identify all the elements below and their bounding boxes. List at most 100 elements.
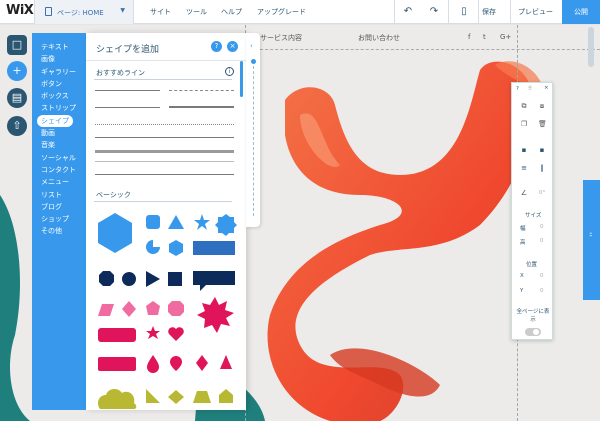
paste-icon[interactable]: ⧇: [538, 103, 546, 110]
width-input[interactable]: 0: [540, 224, 544, 230]
pink-diamond-shape: [122, 301, 136, 317]
duplicate-icon[interactable]: ❐: [520, 121, 528, 128]
y-input[interactable]: 0: [540, 288, 544, 294]
y-label: Y: [520, 288, 524, 294]
category-image[interactable]: 画像: [32, 53, 84, 65]
rotate-icon[interactable]: ∠: [520, 190, 528, 197]
hexagon-shape: [98, 213, 132, 253]
category-video[interactable]: 動画: [32, 127, 84, 139]
line-shape[interactable]: [95, 107, 160, 108]
x-label: X: [520, 273, 524, 279]
rounded-square-shape: [146, 215, 160, 229]
scrollbar[interactable]: [240, 61, 243, 97]
page-selector[interactable]: ページ: HOME ▼: [34, 0, 134, 24]
inspector-close-icon[interactable]: ×: [544, 85, 549, 91]
menu-upgrade[interactable]: アップグレード: [257, 7, 306, 17]
menu-help[interactable]: ヘルプ: [221, 7, 242, 17]
line-shape[interactable]: [95, 90, 160, 91]
line-shape[interactable]: [169, 106, 234, 108]
inspector-help-icon[interactable]: ?: [516, 86, 519, 92]
crimson-banner-shape: [98, 357, 136, 371]
side-tab[interactable]: ‹‹: [583, 180, 600, 300]
app-market-icon[interactable]: ▤: [7, 88, 27, 108]
panel-title: シェイプを追加: [96, 45, 160, 55]
twitter-icon[interactable]: t: [483, 33, 486, 41]
line-shape[interactable]: [95, 174, 234, 175]
menu-site[interactable]: サイト: [150, 7, 171, 17]
x-input[interactable]: 0: [540, 273, 544, 279]
crimson-drop-shape: [147, 355, 159, 373]
position-label: 位置: [526, 262, 538, 268]
preview-button[interactable]: プレビュー: [518, 7, 553, 17]
copy-icon[interactable]: ⧉: [520, 103, 528, 110]
navy-play-shape: [146, 271, 160, 287]
help-icon[interactable]: ?: [211, 41, 222, 52]
redo-icon[interactable]: ↷: [426, 4, 442, 20]
rectangle-shape: [193, 241, 235, 255]
drag-handle-icon[interactable]: ⠿: [528, 86, 532, 92]
chevron-left-icon[interactable]: ‹: [250, 42, 253, 50]
delete-icon[interactable]: 🗑: [538, 121, 547, 128]
close-icon[interactable]: ×: [227, 41, 238, 52]
star-shape: [194, 214, 210, 230]
upload-icon[interactable]: ⇧: [7, 116, 27, 136]
category-strip[interactable]: ストリップ: [32, 102, 84, 114]
category-contact[interactable]: コンタクト: [32, 164, 84, 176]
size-label: サイズ: [525, 213, 542, 219]
site-menu-services[interactable]: サービス内容: [260, 33, 302, 43]
facebook-icon[interactable]: f: [468, 33, 470, 41]
pink-pentagon-shape: [146, 301, 160, 315]
add-shape-panel: シェイプを追加 ? × おすすめライン i ベーシック: [86, 33, 246, 410]
navy-circle-shape: [122, 272, 136, 286]
olive-cloud-shape: [98, 389, 137, 409]
line-shape[interactable]: [95, 124, 234, 125]
undo-icon[interactable]: ↶: [400, 4, 416, 20]
googleplus-icon[interactable]: G+: [500, 33, 511, 41]
line-shape[interactable]: [95, 137, 234, 138]
category-text[interactable]: テキスト: [32, 41, 84, 53]
category-gallery[interactable]: ギャラリー: [32, 66, 84, 78]
category-social[interactable]: ソーシャル: [32, 152, 84, 164]
page-selector-label: ページ: HOME: [57, 9, 104, 17]
olive-trapezoid-shape: [193, 391, 211, 403]
arrange-forward-icon[interactable]: ▪: [520, 147, 528, 154]
category-more[interactable]: その他: [32, 225, 84, 237]
scroll-indicator[interactable]: [251, 59, 256, 64]
height-label: 高: [520, 240, 526, 246]
publish-button[interactable]: 公開: [562, 0, 600, 24]
show-on-all-pages-toggle[interactable]: [525, 328, 541, 336]
info-icon[interactable]: i: [225, 67, 234, 76]
arrange-back-icon[interactable]: ▪: [538, 147, 546, 154]
menu-tools[interactable]: ツール: [186, 7, 207, 17]
angle-value[interactable]: 0°: [539, 190, 545, 196]
page-scrollbar[interactable]: [588, 27, 594, 67]
height-input[interactable]: 0: [540, 238, 544, 244]
category-list: テキスト 画像 ギャラリー ボタン ボックス ストリップ シェイプ 動画 音楽 …: [32, 33, 86, 410]
side-tab-icon: ‹‹: [587, 232, 594, 237]
section-title-lines: おすすめライン: [96, 69, 145, 77]
category-blog[interactable]: ブログ: [32, 201, 84, 213]
category-music[interactable]: 音楽: [32, 139, 84, 151]
save-button[interactable]: 保存: [482, 7, 496, 17]
category-menu[interactable]: メニュー: [32, 176, 84, 188]
mobile-view-icon[interactable]: ▯: [456, 4, 472, 20]
distribute-icon[interactable]: ‖: [538, 165, 546, 172]
align-icon[interactable]: ≡: [520, 165, 528, 172]
category-button[interactable]: ボタン: [32, 78, 84, 90]
category-shop[interactable]: ショップ: [32, 213, 84, 225]
top-toolbar: WiX ページ: HOME ▼ サイト ツール ヘルプ アップグレード ↶ ↷ …: [0, 0, 600, 24]
category-list-item[interactable]: リスト: [32, 189, 84, 201]
inspector-panel: ? ⠿ × ⧉ ⧇ ❐ 🗑 ▪ ▪ ≡ ‖ ∠ 0° サイズ 幅 0 高 0 位…: [511, 82, 553, 340]
header-guide: [245, 49, 600, 50]
background-icon[interactable]: □: [7, 35, 27, 55]
category-box[interactable]: ボックス: [32, 90, 84, 102]
category-shape[interactable]: シェイプ: [37, 114, 73, 128]
line-shape[interactable]: [95, 161, 234, 162]
panel-collapse-strip[interactable]: ‹: [246, 33, 260, 227]
add-icon[interactable]: +: [7, 61, 27, 81]
line-shape[interactable]: [169, 90, 234, 91]
triangle-shape: [168, 215, 184, 229]
site-menu-contact[interactable]: お問い合わせ: [358, 33, 400, 43]
line-shape[interactable]: [95, 150, 234, 153]
navy-octagon-shape: [99, 271, 114, 286]
